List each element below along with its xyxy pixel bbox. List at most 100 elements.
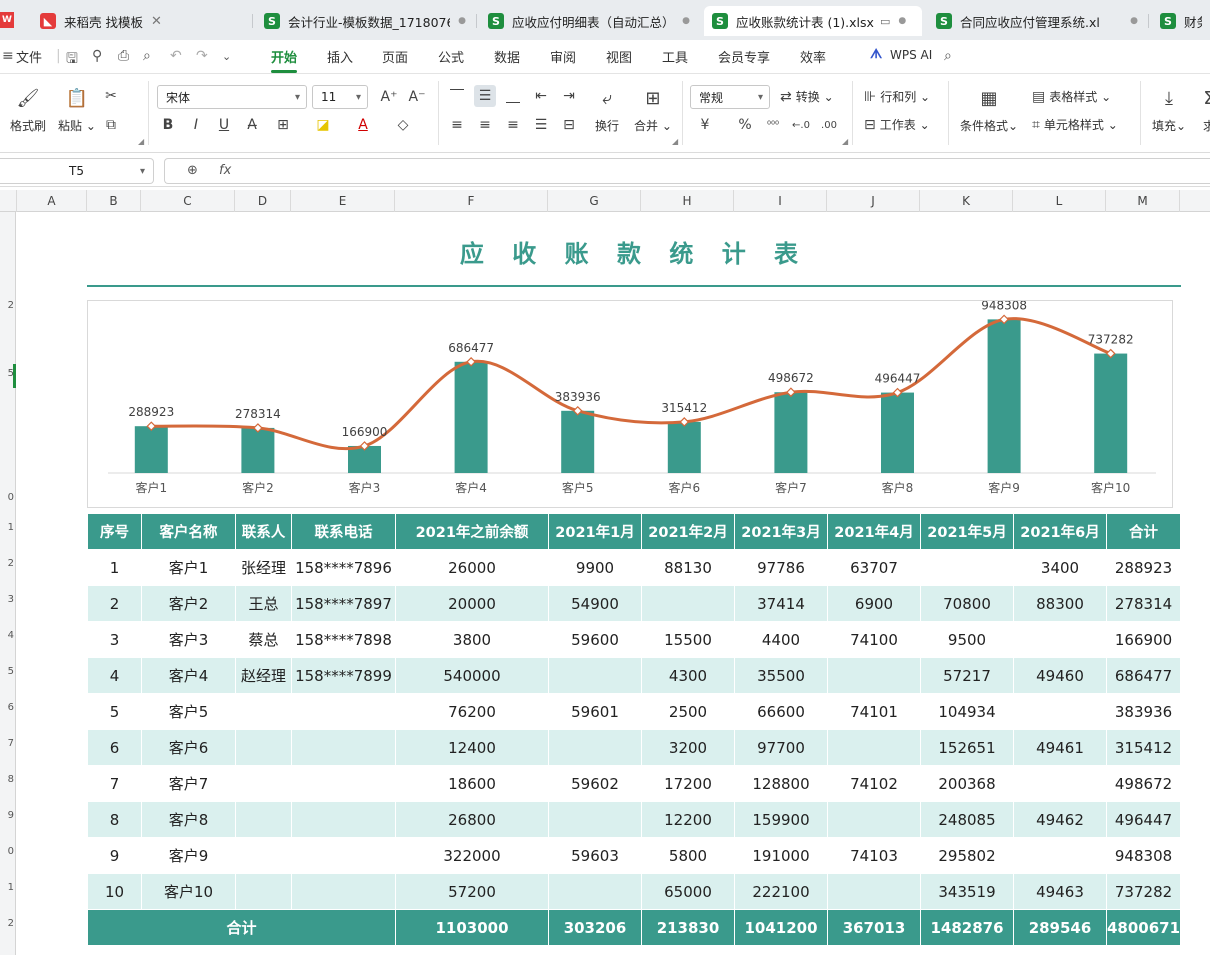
column-header-a[interactable]: A: [17, 190, 87, 212]
receivables-chart[interactable]: 288923 278314 166900 686477 383936 315412 4986…: [87, 298, 1173, 508]
font-size-select[interactable]: 11 ▾: [312, 85, 368, 109]
table-cell[interactable]: 5: [87, 693, 142, 730]
row-number[interactable]: 1: [0, 522, 16, 533]
tab-contract-system[interactable]: S 合同应收应付管理系统.xlsx ●: [928, 6, 1146, 36]
wrap-text-button[interactable]: ⤶ 换行: [594, 85, 620, 134]
table-cell[interactable]: 9500: [920, 621, 1014, 658]
column-header-h[interactable]: H: [641, 190, 734, 212]
name-box[interactable]: T5 ▾: [0, 158, 154, 184]
table-cell[interactable]: 1: [87, 549, 142, 586]
column-header-i[interactable]: I: [734, 190, 827, 212]
row-number[interactable]: 0: [0, 846, 16, 857]
column-header-cell[interactable]: 2021年5月: [920, 513, 1014, 550]
column-header-c[interactable]: C: [141, 190, 235, 212]
sum-button[interactable]: Σ 求: [1196, 85, 1210, 134]
table-cell[interactable]: 4300: [641, 657, 735, 694]
close-icon[interactable]: ✕: [151, 14, 162, 29]
total-cell[interactable]: 1482876: [920, 909, 1014, 946]
table-cell[interactable]: [548, 873, 642, 910]
table-cell[interactable]: [548, 657, 642, 694]
menu-page[interactable]: 页面: [382, 47, 408, 66]
table-cell[interactable]: 15500: [641, 621, 735, 658]
table-cell[interactable]: [827, 729, 921, 766]
table-cell[interactable]: 158****7897: [291, 585, 396, 622]
table-cell[interactable]: 278314: [1105, 585, 1182, 622]
column-header-g[interactable]: G: [548, 190, 641, 212]
tab-receivable-detail[interactable]: S 应收应付明细表（自动汇总）. ●: [480, 6, 698, 36]
table-cell[interactable]: 343519: [920, 873, 1014, 910]
table-cell[interactable]: 686477: [1105, 657, 1182, 694]
table-cell[interactable]: 65000: [641, 873, 735, 910]
convert-button[interactable]: ⇄ 转换 ⌄: [780, 88, 834, 105]
table-cell[interactable]: 蔡总: [235, 621, 292, 658]
row-number[interactable]: 8: [0, 774, 16, 785]
table-cell[interactable]: 客户10: [141, 873, 236, 910]
table-cell[interactable]: 6: [87, 729, 142, 766]
cell-style-button[interactable]: ⌗ 单元格样式 ⌄: [1032, 116, 1118, 133]
column-header-cell[interactable]: 联系电话: [291, 513, 396, 550]
row-number[interactable]: 3: [0, 594, 16, 605]
table-cell[interactable]: 295802: [920, 837, 1014, 874]
column-header-cell[interactable]: 序号: [87, 513, 142, 550]
row-number[interactable]: 2: [0, 300, 16, 311]
row-number[interactable]: 6: [0, 702, 16, 713]
zoom-formula-icon[interactable]: ⊕: [187, 163, 198, 178]
table-style-button[interactable]: ▤ 表格样式 ⌄: [1032, 88, 1111, 105]
menu-data[interactable]: 数据: [494, 47, 520, 66]
column-header-m[interactable]: M: [1106, 190, 1180, 212]
table-cell[interactable]: [235, 801, 292, 838]
fx-icon[interactable]: fx: [219, 163, 231, 178]
print-icon[interactable]: ⎙: [118, 48, 129, 64]
table-cell[interactable]: 客户7: [141, 765, 236, 802]
row-number[interactable]: 5: [0, 666, 16, 677]
column-header-d[interactable]: D: [235, 190, 291, 212]
menu-file[interactable]: 文件: [16, 47, 42, 66]
table-cell[interactable]: 35500: [734, 657, 828, 694]
table-cell[interactable]: 17200: [641, 765, 735, 802]
table-cell[interactable]: 322000: [395, 837, 549, 874]
table-cell[interactable]: 88130: [641, 549, 735, 586]
align-top-icon[interactable]: ⎺: [446, 85, 468, 107]
table-cell[interactable]: 3: [87, 621, 142, 658]
column-header-b[interactable]: B: [87, 190, 141, 212]
table-cell[interactable]: 88300: [1013, 585, 1107, 622]
row-number[interactable]: 9: [0, 810, 16, 821]
justify-icon[interactable]: ☰: [530, 114, 552, 136]
table-cell[interactable]: 客户8: [141, 801, 236, 838]
table-cell[interactable]: [291, 873, 396, 910]
table-cell[interactable]: 74100: [827, 621, 921, 658]
table-cell[interactable]: [1013, 693, 1107, 730]
table-cell[interactable]: 2500: [641, 693, 735, 730]
worksheet-area[interactable]: 应 收 账 款 统 计 表 288923 278314 166900 686477 38…: [17, 212, 1210, 955]
column-header-cell[interactable]: 合计: [1105, 513, 1182, 550]
total-cell[interactable]: 303206: [548, 909, 642, 946]
table-cell[interactable]: 540000: [395, 657, 549, 694]
table-cell[interactable]: 9900: [548, 549, 642, 586]
expand-corner-icon[interactable]: ◢: [138, 137, 144, 146]
paste-button[interactable]: 📋 粘贴 ⌄: [58, 85, 96, 134]
merge-button[interactable]: ⊞ 合并 ⌄: [634, 85, 672, 134]
table-cell[interactable]: 26000: [395, 549, 549, 586]
percent-icon[interactable]: %: [734, 114, 756, 136]
table-cell[interactable]: [827, 801, 921, 838]
column-header-cell[interactable]: 联系人: [235, 513, 292, 550]
row-number[interactable]: 4: [0, 630, 16, 641]
table-cell[interactable]: 97700: [734, 729, 828, 766]
strikethrough-icon[interactable]: A̶: [241, 114, 263, 136]
align-right-icon[interactable]: ≡: [502, 114, 524, 136]
table-cell[interactable]: 383936: [1105, 693, 1182, 730]
table-cell[interactable]: 59601: [548, 693, 642, 730]
table-cell[interactable]: [1013, 621, 1107, 658]
decrease-decimal-icon[interactable]: .00: [818, 114, 840, 136]
rows-cols-button[interactable]: ⊪ 行和列 ⌄: [864, 88, 930, 105]
table-cell[interactable]: 49460: [1013, 657, 1107, 694]
column-header-cell[interactable]: 2021年6月: [1013, 513, 1107, 550]
table-cell[interactable]: 6900: [827, 585, 921, 622]
table-cell[interactable]: 3800: [395, 621, 549, 658]
table-cell[interactable]: [827, 873, 921, 910]
cut-icon[interactable]: ✂: [100, 85, 122, 107]
tab-finance[interactable]: S 财务应: [1152, 6, 1210, 36]
wps-logo-icon[interactable]: W: [0, 12, 14, 28]
table-cell[interactable]: 288923: [1105, 549, 1182, 586]
table-cell[interactable]: [291, 801, 396, 838]
